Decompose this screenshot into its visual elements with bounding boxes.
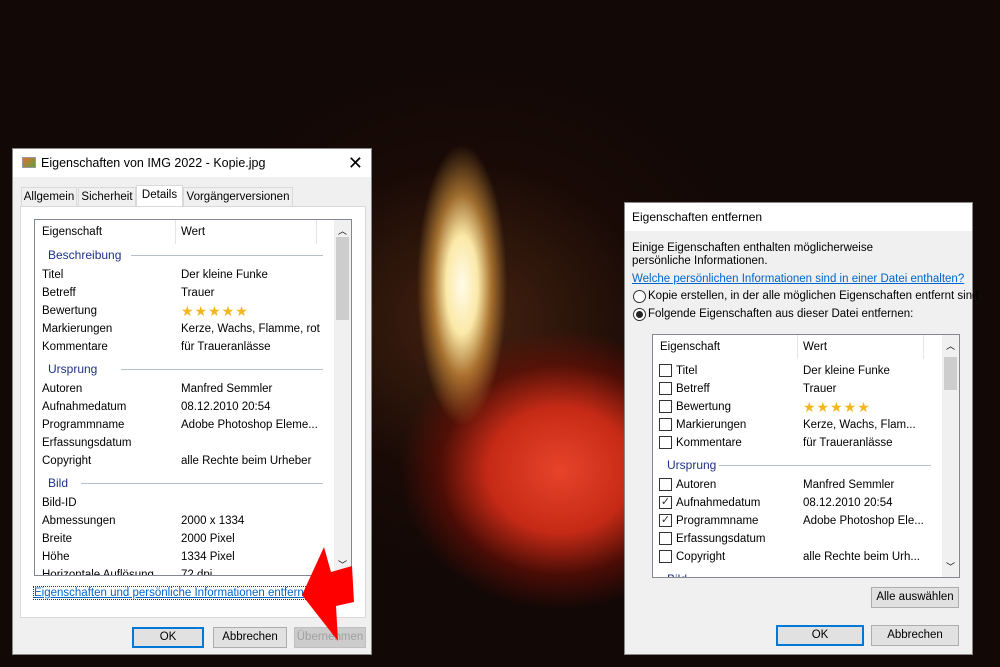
cancel-button[interactable]: Abbrechen bbox=[871, 625, 959, 646]
property-name: Kommentare bbox=[676, 437, 742, 449]
group-divider bbox=[719, 465, 931, 466]
checkbox[interactable] bbox=[659, 418, 672, 431]
property-value: für Traueranlässe bbox=[803, 437, 893, 449]
rating-stars: ★★★★★ bbox=[803, 399, 871, 415]
select-all-button[interactable]: Alle auswählen bbox=[871, 587, 959, 608]
property-name: Copyright bbox=[676, 551, 726, 563]
property-value: 08.12.2010 20:54 bbox=[803, 497, 893, 509]
property-value: Trauer bbox=[803, 383, 837, 395]
column-header-wert[interactable]: Wert bbox=[803, 338, 827, 356]
column-header-eigenschaft[interactable]: Eigenschaft bbox=[660, 338, 720, 356]
remove-title-bar: Eigenschaften entfernen bbox=[625, 203, 972, 231]
remove-properties-list: Eigenschaft Wert Titel Der kleine Funke Betr… bbox=[652, 334, 960, 578]
option-remove-radio[interactable] bbox=[633, 308, 646, 321]
dialog-title: Eigenschaften entfernen bbox=[632, 210, 763, 224]
option-copy-label[interactable]: Kopie erstellen, in der alle möglichen E… bbox=[648, 290, 979, 302]
checkbox[interactable] bbox=[659, 382, 672, 395]
group-header: Bild bbox=[667, 570, 687, 577]
checkbox[interactable] bbox=[659, 532, 672, 545]
remove-properties-dialog: Eigenschaften entfernen Einige Eigenscha… bbox=[624, 202, 979, 655]
checkbox[interactable] bbox=[659, 364, 672, 377]
checkbox[interactable] bbox=[659, 436, 672, 449]
property-name: Titel bbox=[676, 365, 698, 377]
property-value: Manfred Semmler bbox=[803, 479, 895, 491]
property-value: Der kleine Funke bbox=[803, 365, 890, 377]
group-header: Ursprung bbox=[667, 458, 717, 472]
checkbox[interactable] bbox=[659, 550, 672, 563]
option-copy-radio[interactable] bbox=[633, 290, 646, 303]
property-name: Markierungen bbox=[676, 419, 747, 431]
personal-info-link[interactable]: Welche persönlichen Informationen sind i… bbox=[632, 273, 964, 285]
scroll-down-icon[interactable]: ﹀ bbox=[946, 560, 955, 573]
scroll-up-icon[interactable]: ︿ bbox=[946, 339, 955, 352]
property-name: Bewertung bbox=[676, 401, 731, 413]
property-name: Aufnahmedatum bbox=[676, 497, 761, 509]
ok-button[interactable]: OK bbox=[776, 625, 864, 646]
property-name: Programmname bbox=[676, 515, 759, 527]
column-divider bbox=[923, 335, 924, 359]
column-divider bbox=[797, 335, 798, 359]
red-arrow bbox=[302, 547, 354, 641]
property-name: Erfassungsdatum bbox=[676, 533, 766, 545]
intro-text: Einige Eigenschaften enthalten möglicher… bbox=[632, 242, 874, 267]
property-value: Kerze, Wachs, Flam... bbox=[803, 419, 916, 431]
checkbox[interactable] bbox=[659, 400, 672, 413]
property-name: Betreff bbox=[676, 383, 710, 395]
property-name: Autoren bbox=[676, 479, 717, 491]
checkbox-checked[interactable]: ✓ bbox=[659, 496, 672, 509]
scrollbar[interactable]: ︿ ﹀ bbox=[942, 335, 959, 577]
scroll-thumb[interactable] bbox=[944, 357, 957, 390]
option-remove-label[interactable]: Folgende Eigenschaften aus dieser Datei … bbox=[648, 308, 913, 320]
checkbox-checked[interactable]: ✓ bbox=[659, 514, 672, 527]
property-value: Adobe Photoshop Ele... bbox=[803, 515, 924, 527]
checkbox[interactable] bbox=[659, 478, 672, 491]
property-value: alle Rechte beim Urh... bbox=[803, 551, 920, 563]
